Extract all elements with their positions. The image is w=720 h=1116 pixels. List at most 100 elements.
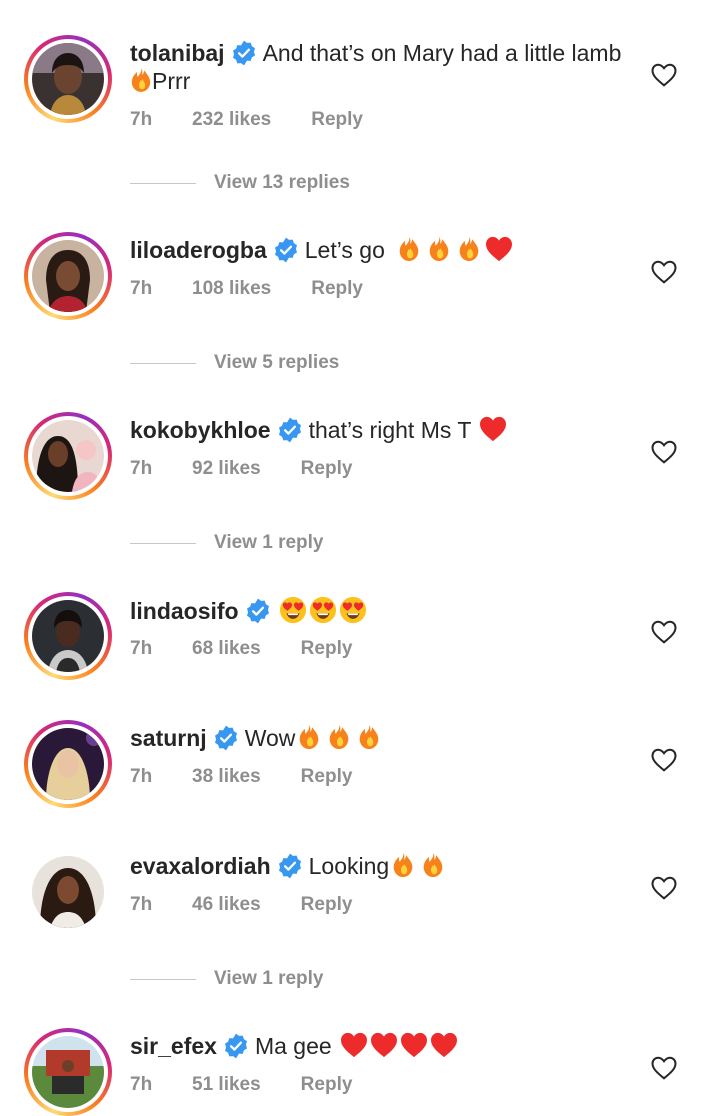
like-heart-icon[interactable] bbox=[651, 748, 677, 772]
likes-count[interactable]: 92 likes bbox=[192, 458, 261, 480]
comment-text-block: saturnj Wow bbox=[130, 724, 630, 752]
view-replies-button[interactable]: View 5 replies bbox=[130, 352, 339, 374]
comment-text-block: lindaosifo bbox=[130, 596, 630, 625]
avatar bbox=[32, 420, 104, 492]
username-link[interactable]: liloaderogba bbox=[130, 237, 267, 263]
verified-badge-icon bbox=[277, 853, 303, 879]
avatar bbox=[32, 240, 104, 312]
reply-button[interactable]: Reply bbox=[301, 458, 353, 480]
verified-badge-icon bbox=[245, 598, 271, 624]
comment-meta: 7h 68 likes Reply bbox=[130, 638, 352, 660]
timestamp: 7h bbox=[130, 894, 153, 915]
avatar-story-ring[interactable] bbox=[24, 720, 112, 808]
username-link[interactable]: evaxalordiah bbox=[130, 853, 271, 879]
reply-button[interactable]: Reply bbox=[301, 638, 353, 660]
verified-badge-icon bbox=[223, 1033, 249, 1059]
timestamp: 7h bbox=[130, 109, 153, 130]
likes-count[interactable]: 232 likes bbox=[192, 109, 271, 131]
red-heart-emoji-icon bbox=[485, 236, 513, 262]
comment-text: Ma gee bbox=[254, 1033, 332, 1059]
comment-text: Looking bbox=[308, 853, 390, 879]
comment-text-block: evaxalordiah Looking bbox=[130, 852, 630, 880]
divider-line bbox=[130, 542, 196, 544]
comment-text-block: kokobykhloe that’s right Ms T bbox=[130, 416, 630, 444]
view-replies-button[interactable]: View 1 reply bbox=[130, 532, 324, 554]
divider-line bbox=[130, 362, 196, 364]
comment-meta: 7h 38 likes Reply bbox=[130, 766, 352, 788]
like-heart-icon[interactable] bbox=[651, 260, 677, 284]
timestamp: 7h bbox=[130, 766, 153, 787]
view-replies-button[interactable]: View 13 replies bbox=[130, 172, 350, 194]
view-replies-label: View 13 replies bbox=[214, 172, 350, 193]
comment-text: that’s right Ms T bbox=[308, 417, 471, 443]
like-heart-icon[interactable] bbox=[651, 620, 677, 644]
username-link[interactable]: tolanibaj bbox=[130, 40, 225, 66]
like-heart-icon[interactable] bbox=[651, 876, 677, 900]
fire-emoji-icon bbox=[457, 236, 481, 262]
avatar-image bbox=[32, 856, 104, 928]
comment-text: Let’s go bbox=[304, 237, 385, 263]
view-replies-label: View 1 reply bbox=[214, 968, 324, 989]
reply-button[interactable]: Reply bbox=[301, 1074, 353, 1096]
like-heart-icon[interactable] bbox=[651, 63, 677, 87]
comment-text: Wow bbox=[244, 725, 296, 751]
red-heart-emoji-icon bbox=[400, 1032, 428, 1058]
username-link[interactable]: lindaosifo bbox=[130, 598, 239, 624]
heart-eyes-emoji-icon bbox=[279, 596, 307, 624]
comment-text-block: liloaderogba Let’s go bbox=[130, 236, 630, 264]
avatar-story-ring[interactable] bbox=[24, 592, 112, 680]
avatar[interactable] bbox=[24, 848, 112, 936]
fire-emoji-icon bbox=[421, 852, 445, 878]
likes-count[interactable]: 108 likes bbox=[192, 278, 271, 300]
red-heart-emoji-icon bbox=[340, 1032, 368, 1058]
avatar-story-ring[interactable] bbox=[24, 412, 112, 500]
divider-line bbox=[130, 182, 196, 184]
avatar-story-ring[interactable] bbox=[24, 35, 112, 123]
username-link[interactable]: sir_efex bbox=[130, 1033, 217, 1059]
heart-eyes-emoji-icon bbox=[309, 596, 337, 624]
timestamp: 7h bbox=[130, 1074, 153, 1095]
fire-emoji-icon bbox=[130, 67, 152, 93]
likes-count[interactable]: 46 likes bbox=[192, 894, 261, 916]
view-replies-label: View 1 reply bbox=[214, 532, 324, 553]
reply-button[interactable]: Reply bbox=[301, 894, 353, 916]
username-link[interactable]: saturnj bbox=[130, 725, 207, 751]
fire-emoji-icon bbox=[327, 724, 351, 750]
comment-meta: 7h 92 likes Reply bbox=[130, 458, 352, 480]
divider-line bbox=[130, 978, 196, 980]
avatar-story-ring[interactable] bbox=[24, 1028, 112, 1116]
comment-meta: 7h 108 likes Reply bbox=[130, 278, 363, 300]
verified-badge-icon bbox=[231, 40, 257, 66]
heart-eyes-emoji-icon bbox=[339, 596, 367, 624]
like-heart-icon[interactable] bbox=[651, 440, 677, 464]
comment-text-block: sir_efex Ma gee bbox=[130, 1032, 630, 1060]
avatar bbox=[32, 1036, 104, 1108]
like-heart-icon[interactable] bbox=[651, 1056, 677, 1080]
red-heart-emoji-icon bbox=[430, 1032, 458, 1058]
fire-emoji-icon bbox=[397, 236, 421, 262]
timestamp: 7h bbox=[130, 638, 153, 659]
verified-badge-icon bbox=[213, 725, 239, 751]
view-replies-button[interactable]: View 1 reply bbox=[130, 968, 324, 990]
comment-meta: 7h 232 likes Reply bbox=[130, 109, 363, 131]
avatar-story-ring[interactable] bbox=[24, 232, 112, 320]
likes-count[interactable]: 38 likes bbox=[192, 766, 261, 788]
avatar bbox=[32, 600, 104, 672]
username-link[interactable]: kokobykhloe bbox=[130, 417, 271, 443]
comment-text-block: tolanibaj And that’s on Mary had a little… bbox=[130, 39, 630, 95]
reply-button[interactable]: Reply bbox=[311, 278, 363, 300]
verified-badge-icon bbox=[277, 417, 303, 443]
comment-text: And that’s on Mary had a little lamb bbox=[262, 40, 622, 66]
avatar bbox=[32, 43, 104, 115]
timestamp: 7h bbox=[130, 458, 153, 479]
reply-button[interactable]: Reply bbox=[301, 766, 353, 788]
likes-count[interactable]: 68 likes bbox=[192, 638, 261, 660]
likes-count[interactable]: 51 likes bbox=[192, 1074, 261, 1096]
reply-button[interactable]: Reply bbox=[311, 109, 363, 131]
comment-meta: 7h 46 likes Reply bbox=[130, 894, 352, 916]
red-heart-emoji-icon bbox=[479, 416, 507, 442]
fire-emoji-icon bbox=[297, 724, 321, 750]
fire-emoji-icon bbox=[357, 724, 381, 750]
fire-emoji-icon bbox=[427, 236, 451, 262]
red-heart-emoji-icon bbox=[370, 1032, 398, 1058]
